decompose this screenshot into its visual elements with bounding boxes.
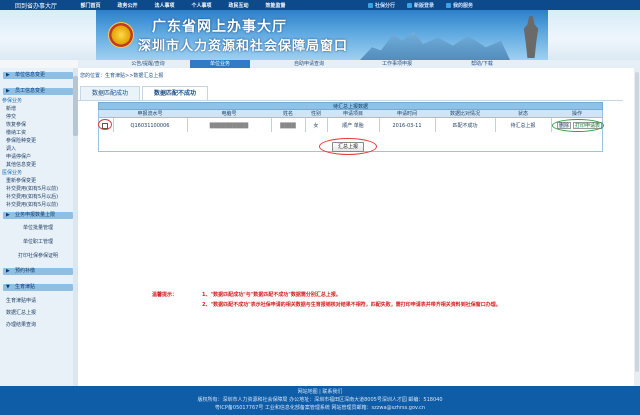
collapse-arrow-icon: ▼: [6, 284, 10, 290]
tab-match-success[interactable]: 数据匹配成功: [80, 86, 140, 100]
cell-serial: Q16031100006: [130, 123, 170, 129]
expand-arrow-icon: ▶: [6, 212, 10, 218]
top-nav: 回到省办事大厅 部门首页 政务公开 法人事项 个人事项 政民互动 效能监督 社保…: [0, 0, 640, 10]
header-item: 申请项目: [342, 111, 363, 117]
cell-match: 匹配不成功: [452, 123, 478, 129]
subtab-work-items[interactable]: 工作事项申报: [366, 60, 428, 68]
expand-arrow-icon: ▶: [6, 72, 10, 78]
sidebar-item-resume[interactable]: 恢复参保: [6, 122, 26, 129]
sidebar-item-print-proof[interactable]: 打印社保参保证明: [3, 253, 73, 260]
highlight-circle-submit: [319, 138, 377, 155]
sidebar-item-wage[interactable]: 缴纳工资: [6, 130, 26, 137]
cell-computer-no: ██████████: [209, 123, 249, 129]
header-computer-no: 电脑号: [221, 111, 237, 117]
sidebar-item-back-pay-3[interactable]: 补交费用(如有5月以前): [6, 202, 58, 209]
page-scrollbar[interactable]: [634, 68, 640, 386]
sidebar-item-staff-mgmt[interactable]: 单位职工管理: [3, 239, 73, 246]
tab-divider: [78, 100, 623, 101]
sidebar-item-new[interactable]: 新增: [6, 106, 16, 113]
nav-home-link[interactable]: 回到省办事大厅: [0, 1, 72, 10]
sidebar-head-limit[interactable]: ▶ 业务申报数量上限: [3, 212, 73, 219]
sidebar-cat-insurance: 参保业务: [2, 98, 23, 104]
table-caption: 待汇总上报数据: [98, 102, 603, 110]
header-gender: 性别: [310, 111, 321, 117]
nav-item-interaction[interactable]: 政民互动: [220, 2, 257, 9]
sidebar-item-maternity-apply[interactable]: 生育津贴申请: [6, 298, 36, 305]
sidebar-item-back-pay-1[interactable]: 补交费用(如有5月以前): [6, 186, 58, 193]
tip-label: 温馨提示：: [152, 292, 178, 298]
sidebar-head-unit-info[interactable]: ▶ 单位信息变更: [3, 72, 73, 79]
sidebar-item-type-change[interactable]: 参保险种变更: [6, 138, 36, 145]
nav-item-supervision[interactable]: 效能监督: [257, 2, 294, 9]
sidebar-item-result-query[interactable]: 办理结果查询: [6, 322, 36, 329]
top-nav-right: 社保分行 新版登录 我的服务: [368, 0, 473, 10]
sidebar-item-other-change[interactable]: 其他信息变更: [6, 162, 36, 169]
footer-icp: 粤ICP备05017767号 工业和信息化部备案管理系统 网站管理员邮箱：szz…: [214, 405, 426, 411]
nav-item-dept[interactable]: 部门首页: [72, 2, 109, 9]
header-time: 申请时间: [396, 111, 417, 117]
sidebar-item-stop[interactable]: 停交: [6, 114, 16, 121]
highlight-circle-checkbox: [98, 119, 112, 130]
nav-item-public[interactable]: 政务公开: [109, 2, 146, 9]
sidebar-head-maternity[interactable]: ▼ 生育津贴: [3, 284, 73, 291]
branch-icon: [368, 2, 373, 8]
cell-item: 顺产 单胎: [342, 123, 364, 129]
cell-status: 待汇总上报: [510, 123, 536, 129]
sidebar-cat-medical: 医保业务: [2, 170, 23, 176]
footer: 网站地图 | 联系我们 版权所有：深圳市人力资源和社会保障局 办公地址：深圳市福…: [0, 386, 640, 415]
subtab-notices[interactable]: 公告/提醒/查询: [118, 60, 178, 68]
expand-arrow-icon: ▶: [6, 88, 10, 94]
nav-right-item-branch[interactable]: 社保分行: [368, 2, 395, 9]
sidebar-item-transfer-in[interactable]: 调入: [6, 146, 16, 153]
header-status: 状态: [517, 111, 528, 117]
sidebar-item-back-pay-2[interactable]: 补交费用(如有5月以后): [6, 194, 58, 201]
sidebar-item-batch[interactable]: 单位批量管理: [3, 225, 73, 232]
highlight-circle-ops: [552, 119, 604, 132]
cell-time: 2016-03-11: [392, 123, 422, 129]
banner-title: 广东省网上办事大厅: [152, 19, 287, 35]
header-select: [99, 111, 113, 118]
nav-item-personal[interactable]: 个人事项: [183, 2, 220, 9]
table-header: 申报流水号 电脑号 姓名 性别 申请项目 申请时间 数据比对情况 状态 操作: [98, 110, 603, 118]
login-icon: [407, 2, 413, 8]
footer-links[interactable]: 网站地图 | 联系我们: [0, 388, 640, 395]
main-content: 您的位置：生育津贴>>数据汇总上报 数据匹配成功 数据匹配不成功 待汇总上报数据…: [78, 68, 634, 386]
tip-line-2: 2、"数据匹配不成功"表示社保申请的相关数据与生育报销核对结果不相符，匹配失败，…: [202, 302, 501, 308]
subtab-self-service[interactable]: 自助申请查询: [278, 60, 340, 68]
nav-item-legal[interactable]: 法人事项: [146, 2, 183, 9]
header-ops: 操作: [571, 111, 582, 117]
header-match: 数据比对情况: [449, 111, 480, 117]
cell-name: ████: [280, 123, 296, 129]
sidebar-item-stop-account[interactable]: 申请停保户: [6, 154, 31, 161]
expand-arrow-icon: ▶: [6, 268, 10, 274]
sidebar-head-appointment[interactable]: ▶ 预约补缴: [3, 268, 73, 275]
sub-tabs: 公告/提醒/查询 单位业务 自助申请查询 工作事项申报 帮助/下载: [78, 60, 640, 68]
subtab-help[interactable]: 帮助/下载: [454, 60, 510, 68]
sidebar-item-reinsure[interactable]: 重新参保变更: [6, 178, 36, 185]
emblem-icon: [108, 22, 134, 48]
header-name: 姓名: [282, 111, 293, 117]
nav-right-item-login[interactable]: 新版登录: [407, 2, 434, 9]
nav-right-item-service[interactable]: 我的服务: [446, 2, 473, 9]
footer-copyright: 版权所有：深圳市人力资源和社会保障局 办公地址：深圳市福田区深南大道8005号深…: [197, 397, 443, 403]
left-sidebar: ▶ 单位信息变更 ▶ 员工信息变更 参保业务 新增 停交 恢复参保 缴纳工资 参保险…: [0, 68, 78, 386]
site-banner: 广东省网上办事大厅 深圳市人力资源和社会保障局窗口: [0, 10, 640, 60]
tip-line-1: 1、"数据匹配成功"与"数据匹配不成功"数据需分别汇总上报。: [202, 292, 341, 298]
tab-match-failed[interactable]: 数据匹配不成功: [142, 86, 208, 100]
subtab-unit-business[interactable]: 单位业务: [190, 60, 250, 68]
cell-gender: 女: [313, 123, 319, 129]
breadcrumb: 您的位置：生育津贴>>数据汇总上报: [80, 73, 164, 79]
header-serial: 申报流水号: [137, 111, 163, 117]
page-scroll-thumb[interactable]: [635, 72, 639, 372]
sidebar-item-summary-submit[interactable]: 数据汇总上报: [6, 310, 36, 317]
sidebar-head-staff-info[interactable]: ▶ 员工信息变更: [3, 88, 73, 95]
service-icon: [446, 2, 452, 8]
banner-subtitle: 深圳市人力资源和社会保障局窗口: [138, 39, 349, 54]
